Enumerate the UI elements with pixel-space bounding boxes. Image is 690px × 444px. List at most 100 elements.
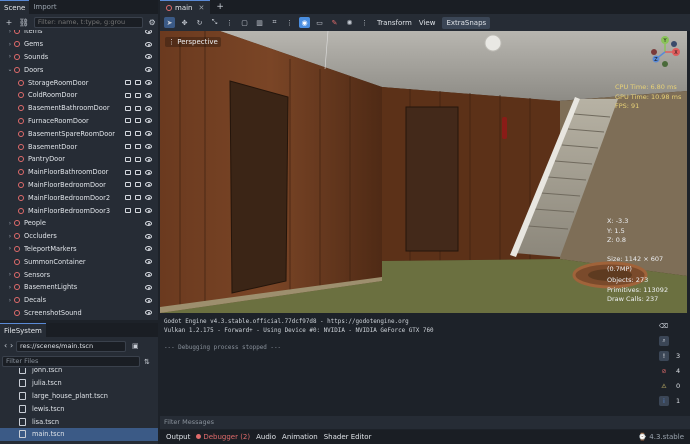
- filter-messages-toggle[interactable]: ! 3: [659, 350, 688, 362]
- close-icon[interactable]: ✕: [199, 4, 205, 12]
- filter-errors-toggle[interactable]: ⊘ 4: [659, 365, 688, 377]
- instance-icon[interactable]: [135, 118, 141, 124]
- menu-view[interactable]: View: [419, 19, 436, 27]
- visibility-eye-icon[interactable]: [145, 144, 152, 150]
- sort-icon[interactable]: ⇅: [144, 358, 150, 366]
- menu-transform[interactable]: Transform: [377, 19, 412, 27]
- visibility-eye-icon[interactable]: [145, 80, 152, 86]
- snap-icon[interactable]: ◉: [299, 17, 310, 28]
- visibility-eye-icon[interactable]: [145, 169, 152, 175]
- instance-icon[interactable]: [135, 92, 141, 98]
- group-icon[interactable]: ▥: [254, 17, 265, 28]
- visibility-eye-icon[interactable]: [145, 284, 152, 290]
- preview-sun-icon[interactable]: ✎: [329, 17, 340, 28]
- tree-node[interactable]: › BasementLights: [0, 281, 158, 294]
- visibility-eye-icon[interactable]: [145, 310, 152, 316]
- tab-audio[interactable]: Audio: [256, 433, 276, 441]
- move-tool-icon[interactable]: ✥: [179, 17, 190, 28]
- filter-files-input[interactable]: Filter Files: [2, 356, 140, 367]
- scene-filter-options-icon[interactable]: ⚙: [146, 16, 158, 28]
- visibility-eye-icon[interactable]: [145, 156, 152, 162]
- filesystem-path-input[interactable]: res://scenes/main.tscn: [16, 340, 126, 352]
- file-item[interactable]: large_house_plant.tscn: [0, 390, 158, 403]
- tab-scene[interactable]: Scene: [0, 0, 30, 14]
- split-view-icon[interactable]: ▣: [132, 342, 139, 350]
- tab-shader-editor[interactable]: Shader Editor: [324, 433, 372, 441]
- chevron-right-icon[interactable]: ›: [6, 297, 14, 304]
- link-icon[interactable]: ⛓: [18, 16, 30, 28]
- script-icon[interactable]: [125, 169, 131, 175]
- chevron-right-icon[interactable]: ›: [6, 284, 14, 291]
- search-icon[interactable]: ⌕: [659, 335, 688, 347]
- scale-tool-icon[interactable]: ⤡: [209, 17, 220, 28]
- tree-node[interactable]: PantryDoor: [0, 153, 158, 166]
- axis-gizmo[interactable]: Y X Z: [648, 35, 682, 69]
- tree-node[interactable]: › Sensors: [0, 268, 158, 281]
- visibility-eye-icon[interactable]: [145, 297, 152, 303]
- file-item[interactable]: lisa.tscn: [0, 415, 158, 428]
- visibility-eye-icon[interactable]: [145, 208, 152, 214]
- filter-warnings-toggle[interactable]: ⚠ 0: [659, 380, 688, 392]
- tab-filesystem[interactable]: FileSystem: [0, 323, 46, 337]
- tree-node[interactable]: › People: [0, 217, 158, 230]
- visibility-eye-icon[interactable]: [145, 41, 152, 47]
- tree-node[interactable]: MainFloorBedroomDoor2: [0, 191, 158, 204]
- instance-icon[interactable]: [135, 156, 141, 162]
- visibility-eye-icon[interactable]: [145, 131, 152, 137]
- perspective-menu-button[interactable]: ⋮ Perspective: [165, 37, 221, 47]
- file-item[interactable]: john.tscn: [0, 368, 158, 377]
- local-space-icon[interactable]: ⋮: [284, 17, 295, 28]
- script-icon[interactable]: [125, 195, 131, 201]
- script-icon[interactable]: [125, 118, 131, 124]
- file-item[interactable]: julia.tscn: [0, 377, 158, 390]
- visibility-eye-icon[interactable]: [145, 220, 152, 226]
- tree-node[interactable]: ColdRoomDoor: [0, 89, 158, 102]
- chevron-right-icon[interactable]: ›: [6, 41, 14, 48]
- visibility-eye-icon[interactable]: [145, 92, 152, 98]
- filter-messages-input[interactable]: Filter Messages: [160, 416, 690, 429]
- filter-editor-toggle[interactable]: ⅰ1: [659, 395, 688, 407]
- visibility-eye-icon[interactable]: [145, 182, 152, 188]
- file-item[interactable]: lewis.tscn: [0, 402, 158, 415]
- visibility-eye-icon[interactable]: [145, 195, 152, 201]
- tab-main-scene[interactable]: main ✕: [160, 0, 211, 14]
- chevron-right-icon[interactable]: ›: [6, 53, 14, 60]
- script-icon[interactable]: [125, 105, 131, 111]
- scene-filter-input[interactable]: [33, 16, 144, 28]
- select-tool-icon[interactable]: ➤: [164, 17, 175, 28]
- tree-node[interactable]: › Gems: [0, 38, 158, 51]
- visibility-eye-icon[interactable]: [145, 118, 152, 124]
- rotate-tool-icon[interactable]: ↻: [194, 17, 205, 28]
- visibility-eye-icon[interactable]: [145, 105, 152, 111]
- instance-icon[interactable]: [135, 105, 141, 111]
- output-log[interactable]: Godot Engine v4.3.stable.official.77dcf9…: [160, 316, 657, 416]
- script-icon[interactable]: [125, 144, 131, 150]
- chevron-right-icon[interactable]: ›: [6, 233, 14, 240]
- tree-node[interactable]: › Decals: [0, 294, 158, 307]
- chevron-right-icon[interactable]: ›: [6, 220, 14, 227]
- 3d-viewport[interactable]: ⋮ Perspective Y X Z CPU Time: 6.80 ms GP…: [160, 31, 687, 313]
- tab-output[interactable]: Output: [166, 433, 190, 441]
- tree-node[interactable]: FurnaceRoomDoor: [0, 115, 158, 128]
- tree-node[interactable]: BasementSpareRoomDoor: [0, 127, 158, 140]
- script-icon[interactable]: [125, 182, 131, 188]
- tree-node[interactable]: BasementDoor: [0, 140, 158, 153]
- tab-debugger[interactable]: Debugger (2): [196, 433, 250, 441]
- tab-import[interactable]: Import: [29, 0, 60, 14]
- tree-node[interactable]: MainFloorBathroomDoor: [0, 166, 158, 179]
- visibility-eye-icon[interactable]: [145, 67, 152, 73]
- lock-icon[interactable]: ▢: [239, 17, 250, 28]
- tree-node[interactable]: › TeleportMarkers: [0, 243, 158, 256]
- selectable-icon[interactable]: ⋮: [224, 17, 235, 28]
- script-icon[interactable]: [125, 92, 131, 98]
- tree-node[interactable]: › Occluders: [0, 230, 158, 243]
- script-icon[interactable]: [125, 131, 131, 137]
- tree-node[interactable]: BasementBathroomDoor: [0, 102, 158, 115]
- back-arrow-icon[interactable]: ‹: [4, 341, 7, 350]
- tree-node[interactable]: StorageRoomDoor: [0, 76, 158, 89]
- tab-animation[interactable]: Animation: [282, 433, 318, 441]
- environment-icon[interactable]: ✺: [344, 17, 355, 28]
- instance-icon[interactable]: [135, 195, 141, 201]
- chevron-down-icon[interactable]: ⌄: [6, 66, 14, 73]
- script-icon[interactable]: [125, 208, 131, 214]
